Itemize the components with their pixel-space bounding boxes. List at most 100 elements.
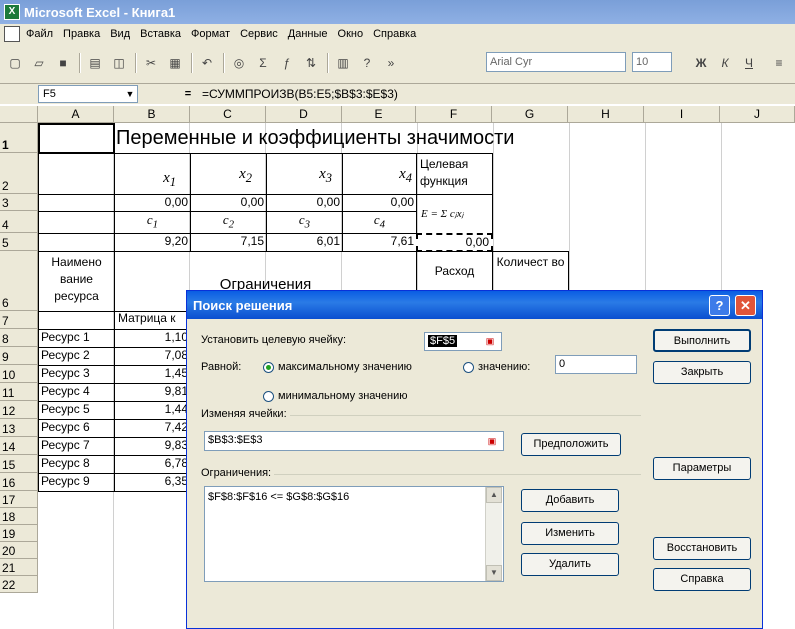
align-left-icon[interactable]: ≡	[768, 52, 790, 74]
help-icon[interactable]: ?	[356, 52, 378, 74]
cell-a5[interactable]	[38, 233, 115, 252]
chart-icon[interactable]: ▥	[332, 52, 354, 74]
row-header-17[interactable]: 17	[0, 491, 38, 508]
cell-a4[interactable]	[38, 211, 115, 234]
cell-c4[interactable]: c2	[190, 211, 267, 234]
row-header-18[interactable]: 18	[0, 508, 38, 525]
menu-help[interactable]: Справка	[373, 28, 416, 40]
menu-tools[interactable]: Сервис	[240, 28, 278, 40]
radio-max-dot[interactable]	[263, 361, 274, 373]
cell-e5[interactable]: 7,61	[342, 233, 417, 252]
function-icon[interactable]: ƒ	[276, 52, 298, 74]
undo-icon[interactable]: ↶	[196, 52, 218, 74]
new-icon[interactable]: ▢	[4, 52, 26, 74]
col-header-h[interactable]: H	[568, 106, 644, 123]
radio-value[interactable]: значению:	[463, 361, 530, 373]
row-header-12[interactable]: 12	[0, 401, 38, 419]
sheet-title[interactable]: Переменные и коэффициенты значимости	[116, 123, 568, 153]
row-header-2[interactable]: 2	[0, 153, 38, 194]
cell-a7[interactable]	[38, 311, 115, 330]
guess-button[interactable]: Предположить	[521, 433, 621, 456]
constraints-scrollbar[interactable]: ▲ ▼	[485, 487, 502, 581]
row-header-3[interactable]: 3	[0, 194, 38, 211]
cell-e2[interactable]: x4	[342, 153, 417, 195]
add-button[interactable]: Добавить	[521, 489, 619, 512]
col-header-b[interactable]: B	[114, 106, 190, 123]
row-header-14[interactable]: 14	[0, 437, 38, 455]
row-header-8[interactable]: 8	[0, 329, 38, 347]
reset-button[interactable]: Восстановить	[653, 537, 751, 560]
row-header-15[interactable]: 15	[0, 455, 38, 473]
resource-value[interactable]: 1,44	[114, 401, 191, 420]
formula-input[interactable]: =СУММПРОИЗВ(B5:E5;$B$3:$E$3)	[202, 87, 398, 101]
name-box[interactable]: F5 ▼	[38, 85, 138, 103]
change-button[interactable]: Изменить	[521, 522, 619, 545]
row-header-13[interactable]: 13	[0, 419, 38, 437]
menu-format[interactable]: Формат	[191, 28, 230, 40]
cell-c3[interactable]: 0,00	[190, 194, 267, 212]
resource-name[interactable]: Ресурс 7	[38, 437, 115, 456]
help-icon[interactable]: ?	[709, 295, 730, 316]
radio-min-dot[interactable]	[263, 390, 274, 402]
open-icon[interactable]: ▱	[28, 52, 50, 74]
menu-window[interactable]: Окно	[338, 28, 364, 40]
cell-f5-selected[interactable]: 0,00	[416, 233, 493, 252]
close-button[interactable]: Закрыть	[653, 361, 751, 384]
cell-b5[interactable]: 9,20	[114, 233, 191, 252]
bold-button[interactable]: Ж	[690, 52, 712, 74]
value-input[interactable]: 0	[555, 355, 637, 374]
resource-value[interactable]: 1,10	[114, 329, 191, 348]
changing-cells-input[interactable]: $B$3:$E$3	[204, 431, 504, 451]
chevron-down-icon[interactable]: ▼	[123, 86, 137, 102]
cut-icon[interactable]: ✂	[140, 52, 162, 74]
row-header-21[interactable]: 21	[0, 559, 38, 576]
resource-value[interactable]: 9,81	[114, 383, 191, 402]
font-size-select[interactable]: 10	[632, 52, 672, 72]
row-header-9[interactable]: 9	[0, 347, 38, 365]
resource-name[interactable]: Ресурс 9	[38, 473, 115, 492]
cell-b3[interactable]: 0,00	[114, 194, 191, 212]
delete-button[interactable]: Удалить	[521, 553, 619, 576]
resource-value[interactable]: 9,83	[114, 437, 191, 456]
row-header-10[interactable]: 10	[0, 365, 38, 383]
col-header-f[interactable]: F	[416, 106, 492, 123]
resource-name[interactable]: Ресурс 3	[38, 365, 115, 384]
constraint-item[interactable]: $F$8:$F$16 <= $G$8:$G$16	[208, 489, 503, 506]
paste-icon[interactable]: ▦	[164, 52, 186, 74]
col-header-j[interactable]: J	[720, 106, 795, 123]
row-header-20[interactable]: 20	[0, 542, 38, 559]
col-header-c[interactable]: C	[190, 106, 266, 123]
row-header-16[interactable]: 16	[0, 473, 38, 491]
resource-value[interactable]: 7,08	[114, 347, 191, 366]
sort-icon[interactable]: ⇅	[300, 52, 322, 74]
print-icon[interactable]: ▤	[84, 52, 106, 74]
resource-name[interactable]: Ресурс 1	[38, 329, 115, 348]
cell-d5[interactable]: 6,01	[266, 233, 343, 252]
resource-name[interactable]: Ресурс 5	[38, 401, 115, 420]
params-button[interactable]: Параметры	[653, 457, 751, 480]
cell-e3[interactable]: 0,00	[342, 194, 417, 212]
radio-max[interactable]: максимальному значению	[263, 361, 412, 373]
col-header-g[interactable]: G	[492, 106, 568, 123]
cell-d3[interactable]: 0,00	[266, 194, 343, 212]
run-button[interactable]: Выполнить	[653, 329, 751, 352]
row-header-6[interactable]: 6	[0, 251, 38, 311]
collapse-dialog-icon[interactable]: ▣	[485, 435, 499, 447]
cell-a1[interactable]	[38, 123, 115, 154]
workbook-icon[interactable]	[4, 26, 20, 42]
radio-min[interactable]: минимальному значению	[263, 390, 408, 402]
resource-name[interactable]: Ресурс 6	[38, 419, 115, 438]
row-header-11[interactable]: 11	[0, 383, 38, 401]
cell-d4[interactable]: c3	[266, 211, 343, 234]
save-icon[interactable]: ■	[52, 52, 74, 74]
col-header-d[interactable]: D	[266, 106, 342, 123]
resource-value[interactable]: 1,45	[114, 365, 191, 384]
constraints-list[interactable]: $F$8:$F$16 <= $G$8:$G$16	[204, 486, 504, 582]
col-header-a[interactable]: A	[38, 106, 114, 123]
resource-value[interactable]: 6,78	[114, 455, 191, 474]
cell-a6[interactable]: Наимено вание ресурса	[38, 251, 115, 312]
cell-e4[interactable]: c4	[342, 211, 417, 234]
autosum-icon[interactable]: Σ	[252, 52, 274, 74]
overflow-icon[interactable]: »	[380, 52, 402, 74]
cell-b7[interactable]: Матрица к	[116, 311, 190, 329]
